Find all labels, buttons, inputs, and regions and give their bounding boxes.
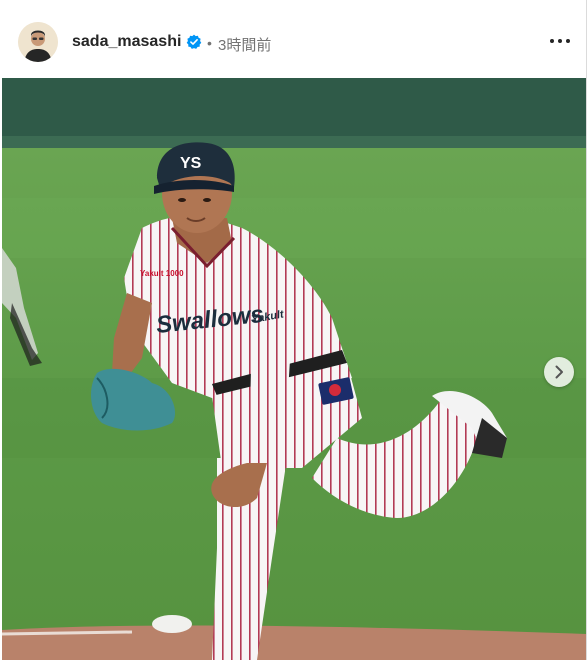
post-timestamp[interactable]: 3時間前 [218, 34, 271, 55]
more-options-icon [550, 39, 570, 43]
instagram-post: sada_masashi • 3時間前 YS Swallows Yakult Y… [0, 0, 587, 660]
avatar[interactable] [18, 22, 58, 62]
more-options-button[interactable] [548, 32, 572, 50]
verified-badge-icon [186, 34, 202, 50]
cap-logo: YS [180, 155, 202, 172]
next-photo-button[interactable] [544, 357, 574, 387]
username[interactable]: sada_masashi [72, 33, 181, 51]
chevron-right-icon [555, 365, 563, 379]
post-photo[interactable]: YS Swallows Yakult Yakult 1000 [2, 78, 586, 660]
post-header: sada_masashi • 3時間前 [0, 0, 587, 78]
separator-dot: • [207, 35, 212, 51]
sleeve-patch: Yakult 1000 [140, 269, 184, 278]
